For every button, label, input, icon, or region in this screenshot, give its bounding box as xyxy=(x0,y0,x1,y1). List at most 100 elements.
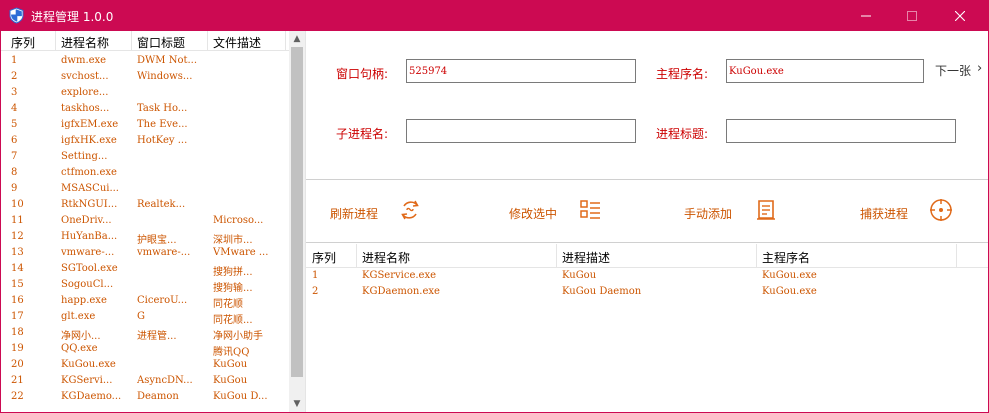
column-header-process-description[interactable]: 进程描述 xyxy=(562,249,610,266)
column-divider[interactable] xyxy=(956,244,957,268)
column-divider[interactable] xyxy=(556,244,557,268)
row-index: 1 xyxy=(312,270,319,281)
column-header-file-description[interactable]: 文件描述 xyxy=(213,34,261,51)
table-row[interactable]: 2 KGDaemon.exe KuGou Daemon KuGou.exe xyxy=(306,284,988,300)
row-window-title: G xyxy=(137,311,145,322)
scroll-up-button[interactable]: ▲ xyxy=(289,31,305,47)
table-row[interactable]: 1 KGService.exe KuGou KuGou.exe xyxy=(306,268,988,284)
list-item[interactable]: 18 净网小... 进程管... 净网小助手 xyxy=(1,325,289,342)
process-list-header: 序列 进程名称 窗口标题 文件描述 xyxy=(1,31,289,51)
next-page-button[interactable]: 下一张 › xyxy=(935,61,982,79)
edit-selected-button[interactable]: 修改选中 xyxy=(509,205,557,222)
list-item[interactable]: 2 svchost... Windows... xyxy=(1,69,289,85)
row-window-title: DWM Not... xyxy=(137,55,198,66)
list-item[interactable]: 5 igfxEM.exe The Eve... xyxy=(1,117,289,133)
list-item[interactable]: 9 MSASCui... xyxy=(1,181,289,197)
maximize-button[interactable] xyxy=(889,0,935,31)
row-file-description: 净网小助手 xyxy=(213,331,263,342)
column-header-index[interactable]: 序列 xyxy=(11,34,35,51)
row-index: 2 xyxy=(11,71,18,82)
window-title: 进程管理 1.0.0 xyxy=(31,10,114,24)
process-title-field[interactable] xyxy=(726,119,956,143)
scroll-document-icon[interactable] xyxy=(754,198,778,222)
row-process-name: SGTool.exe xyxy=(61,263,118,274)
main-process-field[interactable]: KuGou.exe xyxy=(726,59,924,83)
list-item[interactable]: 1 dwm.exe DWM Not... xyxy=(1,53,289,69)
column-header-index[interactable]: 序列 xyxy=(312,249,336,266)
list-edit-icon[interactable] xyxy=(578,198,602,222)
list-item[interactable]: 16 happ.exe CiceroU... 同花顺 xyxy=(1,293,289,310)
row-window-title: Windows... xyxy=(137,71,193,82)
list-item[interactable]: 8 ctfmon.exe xyxy=(1,165,289,181)
row-index: 16 xyxy=(11,295,24,306)
crosshair-icon[interactable] xyxy=(929,198,953,222)
column-header-process-name[interactable]: 进程名称 xyxy=(362,249,410,266)
row-index: 6 xyxy=(11,135,18,146)
column-divider[interactable] xyxy=(207,31,208,51)
list-item[interactable]: 14 SGTool.exe 搜狗拼... xyxy=(1,261,289,278)
panel-divider xyxy=(305,31,306,412)
row-process-name: taskhos... xyxy=(61,103,110,114)
row-window-title: Realtek... xyxy=(137,199,186,210)
row-index: 13 xyxy=(11,247,24,258)
row-index: 12 xyxy=(11,231,24,242)
list-item[interactable]: 13 vmware-... vmware-... VMware ... xyxy=(1,245,289,261)
capture-process-button[interactable]: 捕获进程 xyxy=(860,205,908,222)
list-item[interactable]: 22 KGDaemo... Deamon KuGou D... xyxy=(1,389,289,405)
list-item[interactable]: 20 KuGou.exe KuGou xyxy=(1,357,289,373)
section-divider xyxy=(306,242,988,243)
row-file-description: 同花顺 xyxy=(213,299,243,310)
list-item[interactable]: 10 RtkNGUI... Realtek... xyxy=(1,197,289,213)
list-item[interactable]: 7 Setting... xyxy=(1,149,289,165)
maximize-icon xyxy=(907,10,917,21)
chevron-down-icon: ▼ xyxy=(293,399,301,409)
hwnd-field[interactable]: 525974 xyxy=(406,59,636,83)
minimize-button[interactable] xyxy=(843,0,889,31)
list-item[interactable]: 4 taskhos... Task Ho... xyxy=(1,101,289,117)
column-divider[interactable] xyxy=(756,244,757,268)
row-window-title: Task Ho... xyxy=(137,103,188,114)
row-file-description: 同花顺... xyxy=(213,315,253,326)
list-item[interactable]: 21 KGServi... AsyncDN... KuGou xyxy=(1,373,289,389)
child-process-label: 子进程名: xyxy=(336,127,389,141)
row-process-name: KGService.exe xyxy=(362,270,437,281)
list-item[interactable]: 15 SogouCl... 搜狗输... xyxy=(1,277,289,294)
refresh-icon[interactable] xyxy=(398,198,422,222)
row-process-name: svchost... xyxy=(61,71,109,82)
row-process-name: vmware-... xyxy=(61,247,115,258)
scroll-down-button[interactable]: ▼ xyxy=(289,396,305,412)
row-index: 20 xyxy=(11,359,24,370)
list-item[interactable]: 12 HuYanBa... 护眼宝... 深圳市... xyxy=(1,229,289,246)
list-item[interactable]: 6 igfxHK.exe HotKey ... xyxy=(1,133,289,149)
row-index: 17 xyxy=(11,311,24,322)
row-main-process: KuGou.exe xyxy=(762,270,817,281)
list-item[interactable]: 3 explore... xyxy=(1,85,289,101)
list-item[interactable]: 17 glt.exe G 同花顺... xyxy=(1,309,289,326)
column-header-process-name[interactable]: 进程名称 xyxy=(61,34,109,51)
column-divider[interactable] xyxy=(356,244,357,268)
process-list[interactable]: 序列 进程名称 窗口标题 文件描述 1 dwm.exe DWM Not... 2 svc… xyxy=(1,31,289,412)
column-divider[interactable] xyxy=(285,31,286,51)
row-window-title: The Eve... xyxy=(137,119,188,130)
child-process-field[interactable] xyxy=(406,119,636,143)
row-index: 22 xyxy=(11,391,24,402)
row-process-description: KuGou xyxy=(562,270,597,281)
column-header-window-title[interactable]: 窗口标题 xyxy=(137,34,185,51)
column-header-main-process[interactable]: 主程序名 xyxy=(762,249,810,266)
column-divider[interactable] xyxy=(55,31,56,51)
scrollbar-thumb[interactable] xyxy=(291,47,303,377)
row-file-description: Microso... xyxy=(213,215,264,226)
list-item[interactable]: 19 QQ.exe 腾讯QQ xyxy=(1,341,289,358)
row-file-description: KuGou D... xyxy=(213,391,268,402)
row-file-description: 深圳市... xyxy=(213,235,253,246)
manual-add-button[interactable]: 手动添加 xyxy=(684,205,732,222)
row-process-name: KuGou.exe xyxy=(61,359,116,370)
process-list-scrollbar[interactable]: ▲ ▼ xyxy=(289,31,305,412)
close-button[interactable] xyxy=(937,0,983,31)
list-item[interactable]: 11 OneDriv... Microso... xyxy=(1,213,289,229)
row-file-description: VMware ... xyxy=(213,247,269,258)
row-process-name: Setting... xyxy=(61,151,108,162)
refresh-process-button[interactable]: 刷新进程 xyxy=(330,205,378,222)
column-divider[interactable] xyxy=(131,31,132,51)
row-process-name: happ.exe xyxy=(61,295,107,306)
